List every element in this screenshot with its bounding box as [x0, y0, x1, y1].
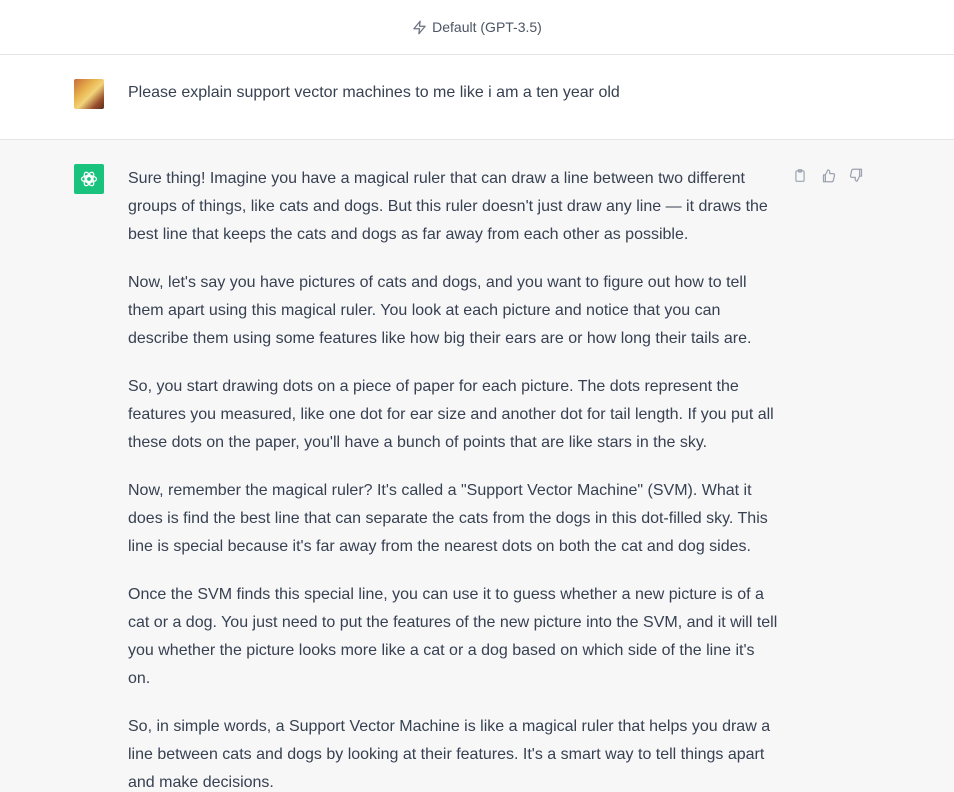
assistant-response: Sure thing! Imagine you have a magical r…: [128, 165, 780, 792]
response-paragraph: Once the SVM finds this special line, yo…: [128, 586, 778, 687]
chatgpt-logo-icon: [74, 164, 104, 194]
response-paragraph: Now, let's say you have pictures of cats…: [128, 274, 752, 347]
model-label[interactable]: Default (GPT-3.5): [412, 19, 542, 35]
response-paragraph: So, you start drawing dots on a piece of…: [128, 378, 774, 451]
response-paragraph: Now, remember the magical ruler? It's ca…: [128, 482, 768, 555]
response-paragraph: Sure thing! Imagine you have a magical r…: [128, 170, 768, 243]
model-label-text: Default (GPT-3.5): [432, 19, 542, 35]
assistant-message: Sure thing! Imagine you have a magical r…: [0, 140, 954, 792]
bolt-icon: [412, 20, 427, 35]
message-actions: [792, 167, 864, 183]
copy-icon[interactable]: [792, 167, 808, 183]
top-bar: Default (GPT-3.5): [0, 0, 954, 55]
user-avatar: [74, 79, 104, 109]
user-message: Please explain support vector machines t…: [0, 55, 954, 140]
response-paragraph: So, in simple words, a Support Vector Ma…: [128, 718, 771, 791]
thumbs-down-icon[interactable]: [848, 167, 864, 183]
user-message-text: Please explain support vector machines t…: [128, 84, 620, 101]
thumbs-up-icon[interactable]: [820, 167, 836, 183]
